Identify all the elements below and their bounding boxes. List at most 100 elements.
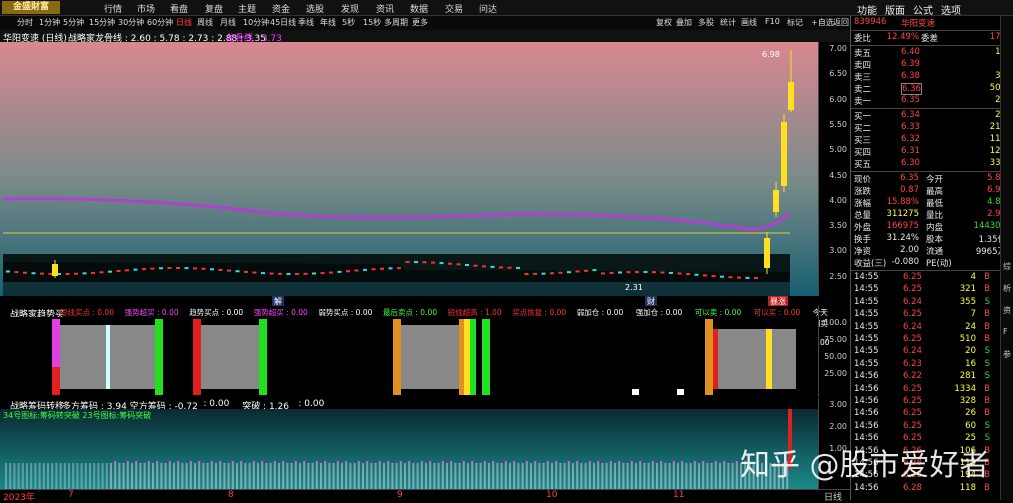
sidebar-tab-2[interactable]: 资	[1003, 305, 1011, 316]
candle	[592, 269, 597, 272]
period-tab-11[interactable]: 季线	[298, 17, 314, 28]
toolbar-btn-1[interactable]: 叠加	[676, 17, 692, 28]
panel-cell: S	[984, 420, 990, 431]
panel-row: 现价 6.35 今开 5.80	[851, 173, 1013, 185]
panel-row: 委比 12.49% 委差 179	[851, 32, 1013, 44]
sidebar-tab-0[interactable]: 综	[1003, 261, 1011, 272]
indicator2-chart[interactable]	[0, 409, 818, 489]
period-tab-0[interactable]: 分时	[17, 17, 33, 28]
menu-item-4[interactable]: 主题	[238, 2, 256, 15]
period-tab-10[interactable]: 45日线	[270, 17, 296, 28]
panel-cell: 1334	[954, 383, 976, 394]
period-tab-2[interactable]: 5分钟	[63, 17, 84, 28]
candle	[14, 271, 19, 274]
toolbar-btn-6[interactable]: 标记	[787, 17, 803, 28]
period-tab-6[interactable]: 日线	[176, 17, 192, 28]
candle	[414, 261, 418, 264]
candle	[745, 276, 750, 279]
menu-item-10[interactable]: 交易	[445, 2, 463, 15]
period-tab-13[interactable]: 5秒	[342, 17, 355, 28]
menu-item-7[interactable]: 发现	[341, 2, 359, 15]
func-menu-1[interactable]: 版面	[885, 2, 905, 17]
sidebar-tab-1[interactable]: 析	[1003, 283, 1011, 294]
func-menu-0[interactable]: 功能	[857, 2, 877, 17]
toolbar-btn-8[interactable]: 返回	[833, 17, 849, 28]
candle	[371, 268, 376, 271]
period-tab-12[interactable]: 年线	[320, 17, 336, 28]
toolbar-btn-0[interactable]: 复权	[656, 17, 672, 28]
period-tab-8[interactable]: 月线	[220, 17, 236, 28]
panel-cell: 24	[965, 321, 976, 332]
menu-item-8[interactable]: 资讯	[376, 2, 394, 15]
panel-cell: 卖一	[854, 97, 872, 107]
toolbar-btn-7[interactable]: +自选	[811, 17, 834, 28]
panel-row: 涨跌 0.87 最高 6.98	[851, 185, 1013, 197]
menu-item-1[interactable]: 市场	[137, 2, 155, 15]
menu-item-2[interactable]: 看盘	[170, 2, 188, 15]
toolbar-btn-2[interactable]: 多股	[698, 17, 714, 28]
panel-cell: 60	[965, 420, 976, 431]
panel-cell: 股本	[926, 235, 944, 245]
panel-row: 14:55 6.25 321 B	[851, 284, 1013, 296]
period-tab-1[interactable]: 1分钟	[39, 17, 60, 28]
panel-cell: 买五	[854, 160, 872, 170]
candle	[533, 272, 537, 275]
panel-cell: PE(动)	[926, 259, 952, 269]
period-tab-3[interactable]: 15分钟	[89, 17, 115, 28]
candle	[388, 267, 393, 270]
panel-row: 14:55 6.24 24 B	[851, 322, 1013, 334]
panel-cell: 6.25	[903, 408, 922, 419]
price-axis: 7.00 6.50 6.00 5.50 5.00 4.50 4.00 3.50 3.00 2.50	[818, 42, 851, 296]
menu-item-5[interactable]: 资金	[272, 2, 290, 15]
panel-cell: 6.24	[903, 296, 922, 307]
candle	[295, 272, 299, 275]
period-tab-16[interactable]: 更多	[412, 17, 428, 28]
toolbar-btn-5[interactable]: F10	[765, 17, 780, 26]
panel-cell: 6.30	[901, 158, 920, 168]
period-tab-7[interactable]: 周线	[197, 17, 213, 28]
panel-cell: 15.88%	[886, 197, 919, 207]
panel-cell: 量比	[926, 211, 944, 221]
price-tick: 2.50	[829, 271, 847, 281]
panel-row: 涨幅 15.88% 最低 4.88	[851, 197, 1013, 209]
toolbar-btn-4[interactable]: 画线	[741, 17, 757, 28]
sidebar-tab-4[interactable]: 参	[1003, 349, 1011, 360]
func-menu-2[interactable]: 公式	[913, 2, 933, 17]
panel-cell: 14:55	[854, 284, 879, 295]
menu-item-11[interactable]: 问达	[479, 2, 497, 15]
panel-row: 卖三6.3833	[851, 71, 1013, 83]
period-tab-4[interactable]: 30分钟	[118, 17, 144, 28]
candle	[626, 271, 631, 274]
panel-cell: 311275	[886, 209, 919, 219]
period-tab-15[interactable]: 多周期	[384, 17, 408, 28]
menu-item-6[interactable]: 选股	[306, 2, 324, 15]
indicator2-item-4: : 0.00	[298, 399, 325, 409]
panel-cell: B	[984, 482, 990, 493]
sidebar-tab-3[interactable]: F	[1003, 327, 1008, 336]
candle	[329, 271, 333, 274]
period-tab-5[interactable]: 60分钟	[147, 17, 173, 28]
period-tab-9[interactable]: 10分钟	[243, 17, 269, 28]
period-tab-14[interactable]: 15秒	[363, 17, 381, 28]
panel-cell: 内盘	[926, 223, 944, 233]
menu-item-3[interactable]: 复盘	[205, 2, 223, 15]
candle	[431, 261, 435, 264]
panel-row: 收益(三)-0.080PE(动)-	[851, 257, 1013, 269]
kline-chart[interactable]: 6.98 2.31	[0, 42, 818, 296]
menu-item-9[interactable]: 数据	[410, 2, 428, 15]
toolbar-btn-3[interactable]: 统计	[720, 17, 736, 28]
candle	[108, 270, 112, 273]
candle	[711, 275, 716, 278]
candle	[91, 271, 95, 274]
panel-cell: 卖三	[854, 73, 872, 83]
panel-cell: 6.35	[900, 173, 919, 183]
menu-item-0[interactable]: 行情	[104, 2, 122, 15]
panel-row: 14:55 6.25 4 B	[851, 272, 1013, 284]
candle	[567, 271, 571, 274]
indicator1-chart[interactable]	[0, 317, 818, 397]
panel-cell: 委差	[921, 34, 939, 44]
panel-cell: 6.25	[903, 284, 922, 295]
candle	[65, 272, 70, 275]
panel-cell: 328	[959, 396, 976, 406]
func-menu-3[interactable]: 选项	[941, 2, 961, 17]
